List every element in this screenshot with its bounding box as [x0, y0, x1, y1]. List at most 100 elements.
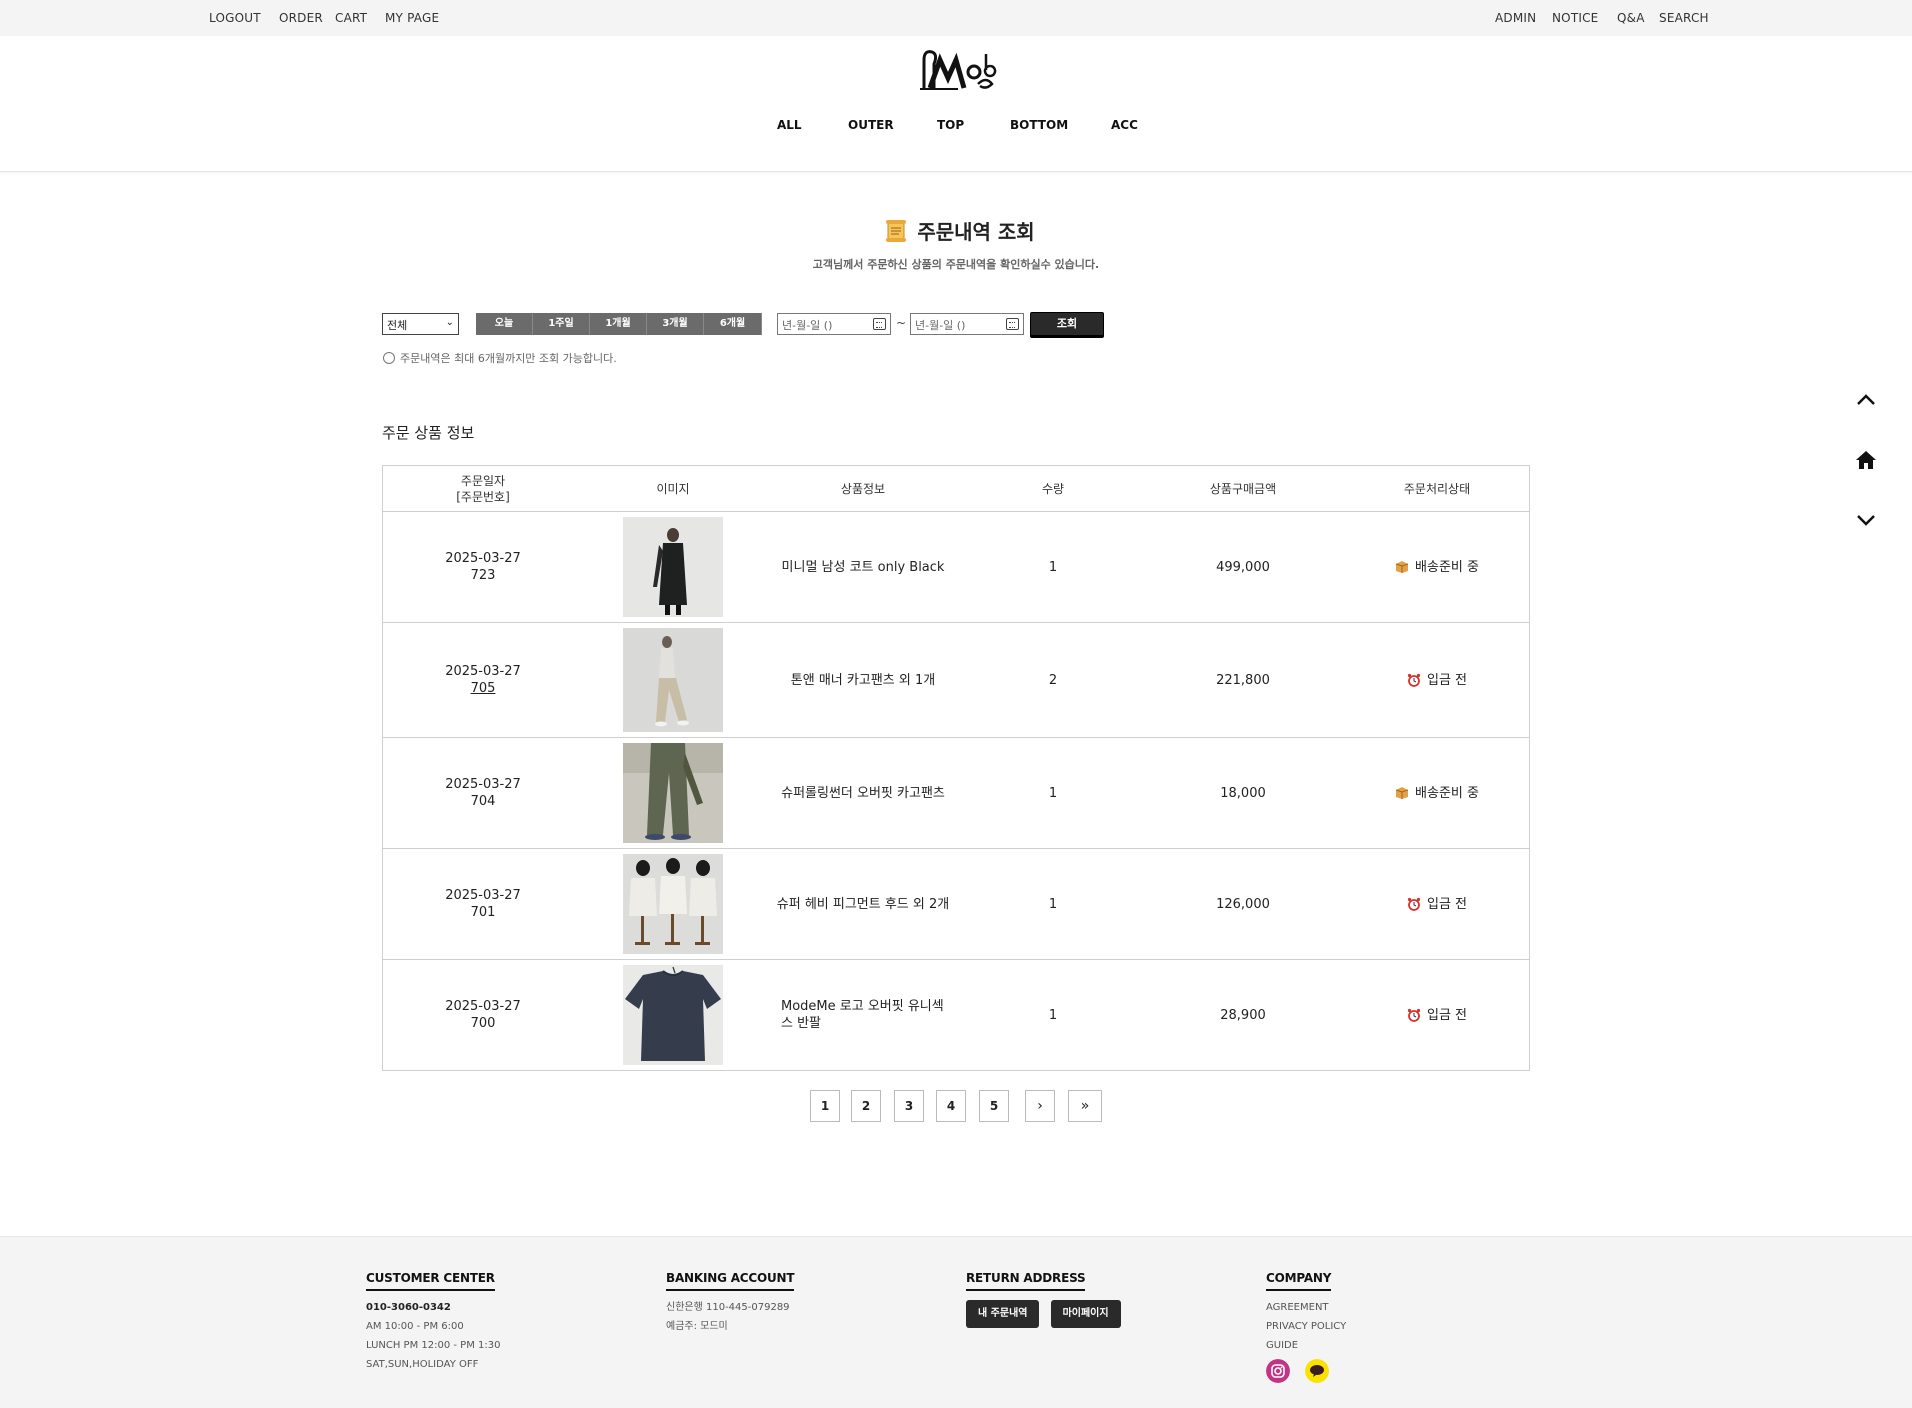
- product-image[interactable]: [623, 854, 723, 954]
- table-row: 2025-03-27 701 슈퍼 헤비 피그먼트 후드 외 2개 1 126,…: [383, 849, 1529, 960]
- footer-return-title: RETURN ADDRESS: [966, 1271, 1086, 1291]
- start-date-placeholder: 년-월-일 (): [782, 319, 833, 332]
- order-number[interactable]: 704: [471, 793, 496, 810]
- bank-account: 신한은행 110-445-079289: [666, 1302, 790, 1313]
- account-holder: 예금주: 모드미: [666, 1321, 728, 1332]
- order-date-cell[interactable]: 2025-03-27 700: [383, 960, 583, 1070]
- period-1month-button[interactable]: 1개월: [590, 313, 647, 335]
- status-text: 입금 전: [1426, 1007, 1467, 1023]
- admin-link[interactable]: ADMIN: [1495, 11, 1536, 25]
- footer-company-title: COMPANY: [1266, 1271, 1331, 1291]
- page-subtitle: 고객님께서 주문하신 상품의 주문내역을 확인하실수 있습니다.: [812, 258, 1100, 271]
- period-1week-button[interactable]: 1주일: [533, 313, 590, 335]
- product-name[interactable]: 미니멀 남성 코트 only Black: [763, 512, 963, 622]
- order-date-cell[interactable]: 2025-03-27 704: [383, 738, 583, 848]
- quantity-value: 1: [1048, 1007, 1058, 1023]
- footer-banking: BANKING ACCOUNT 신한은행 110-445-079289 예금주:…: [666, 1267, 795, 1336]
- calendar-icon[interactable]: [1006, 318, 1019, 330]
- privacy-policy-link[interactable]: PRIVACY POLICY: [1266, 1317, 1346, 1336]
- site-header: ALL OUTER TOP BOTTOM ACC: [0, 36, 1912, 172]
- nav-top[interactable]: TOP: [937, 118, 964, 132]
- table-header: 주문일자 [주문번호] 이미지 상품정보 수량 상품구매금액 주문처리상태: [383, 466, 1529, 512]
- order-link[interactable]: ORDER: [279, 11, 323, 25]
- product-name[interactable]: ModeMe 로고 오버핏 유니섹스 반팔: [763, 960, 963, 1070]
- alarm-clock-icon: [1407, 673, 1421, 687]
- order-status-select[interactable]: 전체 ⌄: [382, 313, 459, 335]
- order-number[interactable]: 701: [471, 904, 496, 921]
- product-image-cell: [583, 623, 763, 737]
- price-value: 28,900: [1220, 1007, 1266, 1023]
- page-button-5[interactable]: 5: [979, 1090, 1009, 1122]
- circle-bullet-icon: [383, 352, 395, 364]
- period-today-button[interactable]: 오늘: [476, 313, 533, 335]
- status-text: 배송준비 중: [1415, 559, 1479, 575]
- product-image-cell: [583, 512, 763, 622]
- period-notice: 주문내역은 최대 6개월까지만 조회 가능합니다.: [383, 350, 617, 366]
- page-button-4[interactable]: 4: [936, 1090, 966, 1122]
- order-number[interactable]: 705: [471, 680, 496, 697]
- page-button-1[interactable]: 1: [810, 1090, 840, 1122]
- order-number[interactable]: 700: [471, 1015, 496, 1032]
- product-image[interactable]: [623, 965, 723, 1065]
- scroll-up-icon[interactable]: [1854, 388, 1878, 412]
- last-page-button[interactable]: »: [1068, 1090, 1102, 1122]
- cart-link[interactable]: CART: [335, 11, 367, 25]
- table-row: 2025-03-27 723 미니멀 남성 코트 only Black 1 49…: [383, 512, 1529, 623]
- footer-company: COMPANY AGREEMENT PRIVACY POLICY GUIDE: [1266, 1267, 1346, 1383]
- quantity-value: 1: [1048, 896, 1058, 912]
- my-orders-button[interactable]: 내 주문내역: [966, 1300, 1040, 1328]
- home-icon[interactable]: [1854, 448, 1878, 472]
- page-button-3[interactable]: 3: [894, 1090, 924, 1122]
- end-date-input[interactable]: 년-월-일 (): [910, 313, 1024, 335]
- product-image[interactable]: [623, 517, 723, 617]
- order-date-cell[interactable]: 2025-03-27 723: [383, 512, 583, 622]
- footer-return: RETURN ADDRESS 내 주문내역 마이페이지: [966, 1267, 1127, 1328]
- product-image[interactable]: [623, 743, 723, 843]
- order-number[interactable]: 723: [471, 567, 496, 584]
- instagram-icon[interactable]: [1266, 1359, 1290, 1383]
- calendar-icon[interactable]: [873, 318, 886, 330]
- order-date-cell[interactable]: 2025-03-27 701: [383, 849, 583, 959]
- customer-center-off: SAT,SUN,HOLIDAY OFF: [366, 1359, 479, 1370]
- box-icon: [1395, 561, 1409, 573]
- scroll-down-icon[interactable]: [1854, 508, 1878, 532]
- pagination: 1 2 3 4 5 › »: [0, 1090, 1912, 1122]
- page-button-2[interactable]: 2: [851, 1090, 881, 1122]
- order-date-cell[interactable]: 2025-03-27 705: [383, 623, 583, 737]
- product-name[interactable]: 톤앤 매너 카고팬츠 외 1개: [763, 623, 963, 737]
- product-image[interactable]: [623, 628, 723, 732]
- table-row: 2025-03-27 704 슈퍼롤링썬더 오버핏 카고팬츠 1 18,000 …: [383, 738, 1529, 849]
- search-orders-button[interactable]: 조회: [1030, 312, 1104, 336]
- footer-customer-center-title: CUSTOMER CENTER: [366, 1271, 495, 1291]
- start-date-input[interactable]: 년-월-일 (): [777, 313, 891, 335]
- mypage-button[interactable]: 마이페이지: [1050, 1300, 1121, 1328]
- guide-link[interactable]: GUIDE: [1266, 1336, 1346, 1355]
- nav-acc[interactable]: ACC: [1111, 118, 1138, 132]
- nav-outer[interactable]: OUTER: [848, 118, 894, 132]
- product-name[interactable]: 슈퍼롤링썬더 오버핏 카고팬츠: [763, 738, 963, 848]
- product-name-text[interactable]: ModeMe 로고 오버핏 유니섹스 반팔: [781, 998, 953, 1032]
- status-cell: 입금 전: [1343, 623, 1531, 737]
- logout-link[interactable]: LOGOUT: [209, 11, 261, 25]
- site-logo[interactable]: [918, 46, 998, 92]
- agreement-link[interactable]: AGREEMENT: [1266, 1298, 1346, 1317]
- my-page-link[interactable]: MY PAGE: [385, 11, 439, 25]
- kakao-talk-icon[interactable]: [1305, 1359, 1330, 1383]
- product-image-cell: [583, 738, 763, 848]
- next-page-button[interactable]: ›: [1025, 1090, 1055, 1122]
- qna-link[interactable]: Q&A: [1617, 11, 1645, 25]
- quantity-value: 2: [1048, 672, 1058, 688]
- period-3month-button[interactable]: 3개월: [647, 313, 704, 335]
- price-value: 221,800: [1216, 672, 1270, 688]
- product-name[interactable]: 슈퍼 헤비 피그먼트 후드 외 2개: [763, 849, 963, 959]
- alarm-clock-icon: [1407, 1008, 1421, 1022]
- period-6month-button[interactable]: 6개월: [704, 313, 762, 335]
- nav-bottom[interactable]: BOTTOM: [1010, 118, 1068, 132]
- notice-link[interactable]: NOTICE: [1552, 11, 1598, 25]
- search-link[interactable]: SEARCH: [1659, 11, 1709, 25]
- footer-banking-title: BANKING ACCOUNT: [666, 1271, 795, 1291]
- customer-center-phone: 010-3060-0342: [366, 1302, 451, 1313]
- footer-customer-center: CUSTOMER CENTER 010-3060-0342 AM 10:00 -…: [366, 1267, 500, 1374]
- header-product-info: 상품정보: [840, 482, 886, 496]
- nav-all[interactable]: ALL: [777, 118, 802, 132]
